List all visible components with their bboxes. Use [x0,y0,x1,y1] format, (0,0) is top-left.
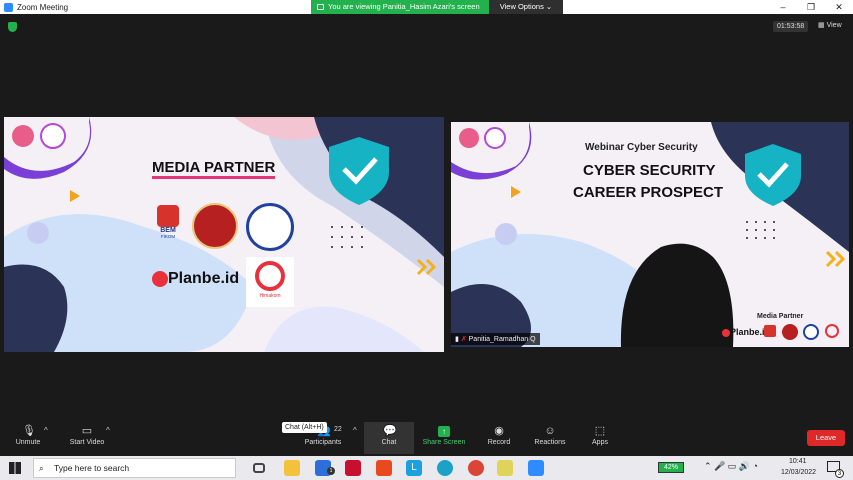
chevron-down-icon: ⌄ [545,2,553,11]
himakom-label: Himakom [259,293,281,299]
share-banner: You are viewing Panitia_Hasim Azari's sc… [311,0,563,14]
kota-logo [40,123,66,149]
start-video-button[interactable]: ▭ Start Video [62,422,112,447]
launcher-icon[interactable]: L [406,460,422,476]
share-screen-button[interactable]: ↑ Share Screen [419,422,469,446]
chat-button[interactable]: 💬 Chat [364,422,414,454]
share-screen-icon: ↑ [438,426,450,437]
partner-logo-blue [246,203,294,251]
share-screen-label: Share Screen [422,439,466,446]
view-button[interactable]: ▦ View [818,21,842,29]
slide-title-line1: CYBER SECURITY [583,162,716,179]
reactions-button[interactable]: ☺ Reactions [525,422,575,447]
apps-label: Apps [592,439,608,446]
planbe-label: Planbe.id [168,270,240,287]
edge-icon[interactable] [437,460,453,476]
unmute-label: Unmute [15,439,41,446]
kota-logo [484,127,506,149]
leave-button[interactable]: Leave [807,430,845,446]
signal-icon: ▮ [455,336,459,343]
view-options-button[interactable]: View Options ⌄ [489,0,563,14]
shared-screen[interactable]: MEDIA PARTNER BEM FIKOM Planbe.id Himako… [4,117,444,352]
record-icon: ◉ [494,425,504,437]
muted-mic-icon: ✗ [460,336,467,343]
webinar-label: Webinar Cyber Security [585,142,698,153]
fikom-label: FIKOM [160,234,176,239]
partner-logo-blue [803,324,819,340]
participants-label: Participants [304,439,342,446]
chat-tooltip: Chat (Alt+H) [282,422,327,433]
share-status: You are viewing Panitia_Hasim Azari's sc… [311,0,489,14]
battery-indicator[interactable]: 42% [658,462,685,473]
maps-app-icon[interactable] [497,460,513,476]
participants-options-chevron[interactable]: ^ [353,426,357,435]
task-view-icon[interactable] [253,463,265,473]
tray-icons[interactable]: ⌃ 🎤 ▭ 🔊 ◔ [704,461,758,472]
video-off-icon: ▭ [81,425,93,437]
media-partner-label: Media Partner [757,313,804,320]
apps-button[interactable]: ⬚ Apps [575,422,625,447]
apps-icon: ⬚ [594,425,606,437]
clock-date[interactable]: 12/03/2022 [781,469,816,476]
record-button[interactable]: ◉ Record [474,422,524,447]
window-title: Zoom Meeting [17,2,69,12]
reactions-icon: ☺ [544,425,556,437]
chat-icon: 💬 [383,425,397,437]
audio-options-chevron[interactable]: ^ [44,426,48,435]
share-banner-text: You are viewing Panitia_Hasim Azari's sc… [328,2,480,11]
file-explorer-icon[interactable] [284,460,300,476]
participant-nameplate: ▮ ✗ Panitia_Ramadhan Q [451,333,540,345]
chat-label: Chat [381,439,397,446]
slide-title: MEDIA PARTNER [152,159,276,179]
mcafee-icon[interactable] [345,460,361,476]
planbe-logo: Planbe.id [722,327,770,337]
close-button[interactable]: ✕ [825,0,853,14]
university-logo [12,125,34,147]
muted-mic-icon: 🎙 [22,425,36,437]
search-icon: ⌕ [39,463,44,473]
participant-video[interactable]: Webinar Cyber Security CYBER SECURITY CA… [451,122,849,347]
planbe-logo: Planbe.id [152,270,239,288]
partner-logo-red [782,324,798,340]
himakom-logo: Himakom [246,257,294,307]
clock-time[interactable]: 10:41 [789,458,807,465]
university-logo [459,128,479,148]
participants-count: 22 [334,426,342,433]
mail-badge: 1 [327,467,335,475]
planbe-icon [722,328,730,337]
windows-start-icon[interactable] [9,462,21,474]
grid-icon: ▦ [818,22,825,29]
chrome-icon[interactable] [468,460,484,476]
search-placeholder: Type here to search [54,463,130,473]
planbe-icon [152,270,168,287]
bem-logo: BEM FIKOM [154,205,182,239]
zoom-icon [4,2,13,12]
partner-logo-himakom [825,324,839,338]
video-options-chevron[interactable]: ^ [106,426,110,435]
partner-logo-red [192,203,238,249]
maximize-button[interactable]: ❐ [797,0,825,14]
taskbar-search[interactable]: ⌕ Type here to search [33,458,236,478]
participant-name: Panitia_Ramadhan Q [468,336,536,343]
meeting-timer: 01:53:58 [773,21,809,32]
window-controls: – ❐ ✕ [769,0,853,14]
zoom-taskbar-icon[interactable] [528,460,544,476]
minimize-button[interactable]: – [769,0,797,14]
screen-share-icon [317,4,324,10]
record-label: Record [487,439,511,446]
partner-logo-bem [764,325,776,337]
notification-badge: 3 [835,469,844,478]
office-icon[interactable] [376,460,392,476]
bem-label: BEM [160,227,176,234]
slide-title-line2: CAREER PROSPECT [573,184,724,201]
meeting-toolbar: 🎙 Unmute ^ ▭ Start Video ^ 👥 Participant… [0,422,853,456]
security-shield-icon[interactable] [8,22,17,32]
start-video-label: Start Video [69,439,105,446]
reactions-label: Reactions [534,439,566,446]
